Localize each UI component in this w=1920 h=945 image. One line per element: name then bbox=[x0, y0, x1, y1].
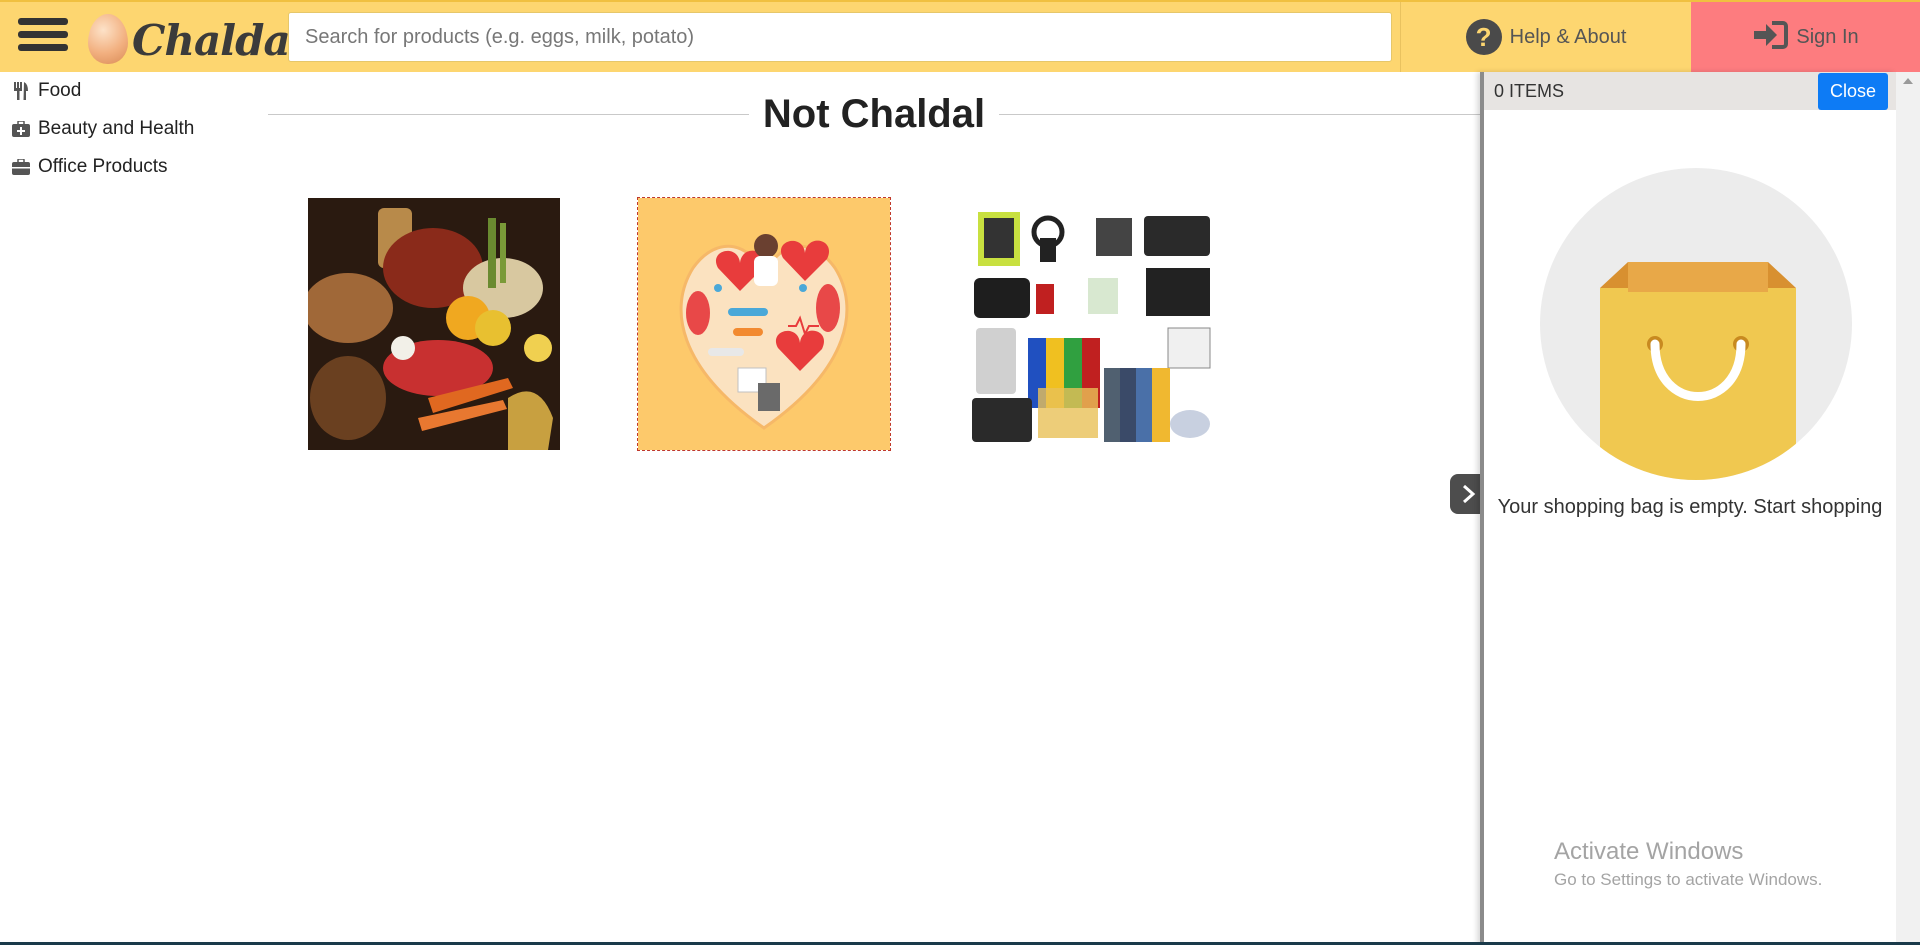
watermark-title: Activate Windows bbox=[1554, 838, 1744, 865]
question-circle-icon: ? bbox=[1465, 19, 1502, 55]
category-tiles bbox=[308, 197, 1298, 451]
medkit-icon bbox=[12, 120, 30, 138]
help-about-label: Help & About bbox=[1509, 25, 1627, 48]
beauty-health-category-tile[interactable] bbox=[637, 197, 891, 451]
main-content: Not Chaldal bbox=[268, 72, 1480, 932]
watermark-subtitle: Go to Settings to activate Windows. bbox=[1554, 870, 1823, 889]
top-header: Chaldal ? Help & About Sign In bbox=[0, 0, 1920, 72]
empty-cart-message: Your shopping bag is empty. Start shoppi… bbox=[1497, 496, 1883, 518]
office-products-image bbox=[968, 198, 1220, 450]
hamburger-menu-icon[interactable] bbox=[18, 18, 68, 58]
windows-activation-watermark: Activate Windows Go to Settings to activ… bbox=[1554, 838, 1822, 890]
page-title: Not Chaldal bbox=[268, 92, 1480, 137]
search-input[interactable] bbox=[288, 12, 1392, 62]
empty-bag-illustration bbox=[1540, 168, 1852, 480]
sidebar-item-label: Office Products bbox=[38, 156, 168, 177]
food-image bbox=[308, 198, 560, 450]
shopping-bag-icon bbox=[1600, 262, 1796, 480]
help-about-button[interactable]: ? Help & About bbox=[1400, 2, 1691, 72]
sidebar-item-food[interactable]: Food bbox=[0, 72, 260, 110]
cart-header: 0 ITEMS Close bbox=[1484, 72, 1896, 110]
briefcase-icon bbox=[12, 158, 30, 176]
cart-item-count: 0 ITEMS bbox=[1494, 80, 1565, 101]
sidebar-item-office-products[interactable]: Office Products bbox=[0, 148, 260, 186]
egg-logo-icon bbox=[88, 14, 128, 64]
section-header: Not Chaldal bbox=[268, 72, 1480, 162]
sidebar-item-beauty-health[interactable]: Beauty and Health bbox=[0, 110, 260, 148]
utensils-icon bbox=[12, 82, 30, 100]
category-sidebar: Food Beauty and Health Office Products bbox=[0, 72, 260, 932]
sign-in-label: Sign In bbox=[1796, 25, 1859, 48]
sidebar-item-label: Food bbox=[38, 80, 82, 101]
cart-scrollbar[interactable] bbox=[1896, 72, 1920, 945]
scroll-up-arrow-icon[interactable] bbox=[1903, 78, 1913, 84]
sidebar-item-label: Beauty and Health bbox=[38, 118, 195, 139]
logo-text: Chaldal bbox=[132, 16, 306, 65]
shopping-cart-panel: 0 ITEMS Close Your shopping bag is empty… bbox=[1480, 72, 1896, 945]
sign-in-button[interactable]: Sign In bbox=[1691, 2, 1920, 72]
sign-in-icon bbox=[1752, 20, 1789, 55]
close-cart-button[interactable]: Close bbox=[1817, 72, 1888, 110]
chevron-right-icon bbox=[1463, 484, 1476, 504]
food-category-tile[interactable] bbox=[308, 198, 560, 450]
office-products-category-tile[interactable] bbox=[968, 198, 1220, 450]
chaldal-logo[interactable]: Chaldal bbox=[86, 10, 306, 66]
health-heart-image bbox=[638, 198, 890, 450]
